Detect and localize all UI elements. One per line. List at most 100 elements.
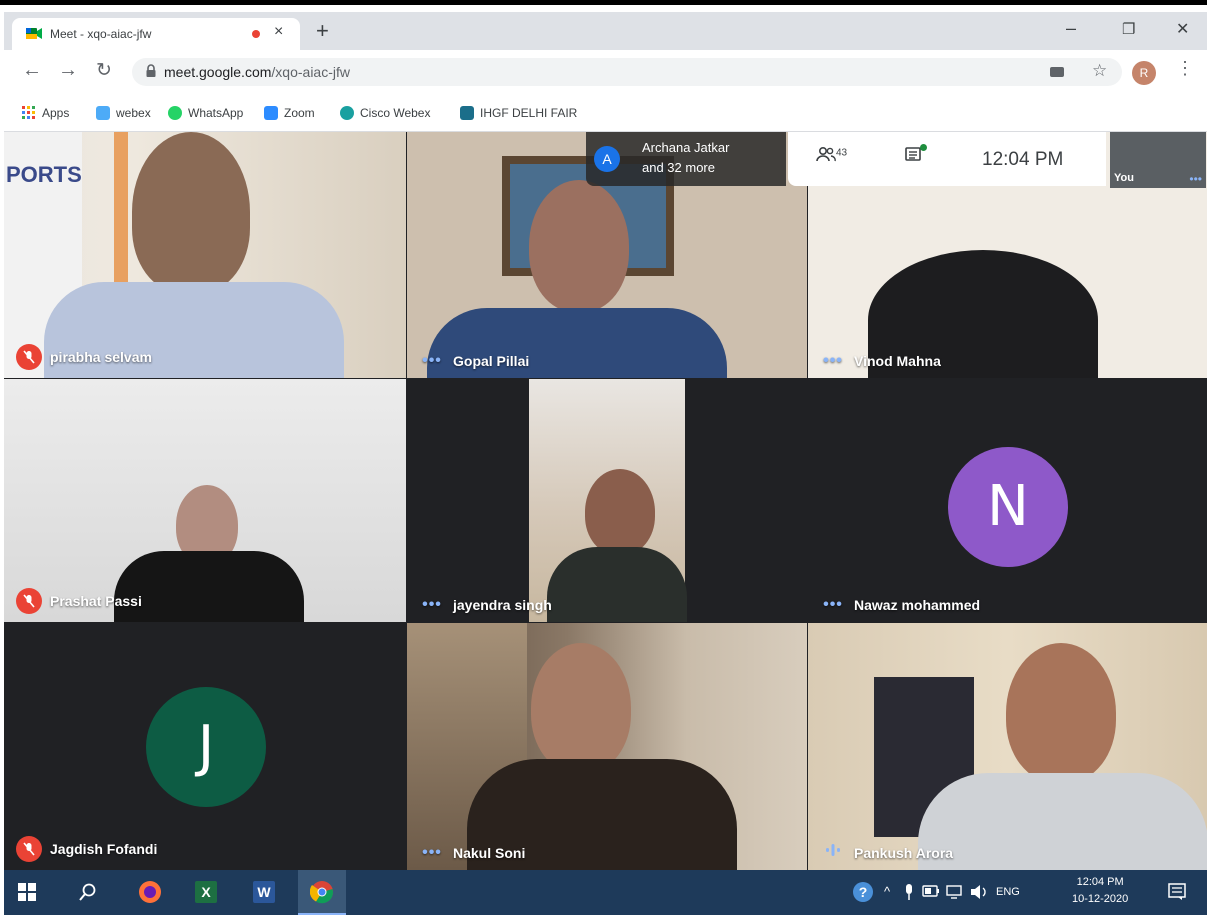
participant-name: Jagdish Fofandi [50,841,158,857]
wall-sign-text: PORTS [6,162,82,187]
profile-avatar[interactable]: R [1132,61,1156,85]
recording-indicator-icon [252,30,260,38]
participant-name-tag: ••• Nakul Soni [419,844,525,862]
word-icon[interactable]: W [252,880,276,904]
close-window-button[interactable]: ✕ [1176,19,1189,39]
participant-name-tag: ••• Vinod Mahna [820,352,941,370]
firefox-icon[interactable] [138,880,162,904]
person-vest [547,547,687,622]
address-toolbar: ← → ↻ meet.google.com/xqo-aiac-jfw ☆ R ⋮ [4,50,1207,94]
mic-off-icon [16,588,42,614]
self-view-tile[interactable]: You ••• [1110,132,1206,188]
participant-name: Prashat Passi [50,593,142,609]
bookmark-label: WhatsApp [188,106,244,120]
taskbar-time: 12:04 PM [1076,876,1124,888]
participant-tile[interactable]: PORTS pirabha selvam [4,132,406,378]
bookmark-cisco-webex[interactable]: Cisco Webex [340,106,430,120]
browser-window: Meet - xqo-aiac-jfw × + – ❐ ✕ ← → ↻ meet… [4,12,1207,915]
person-head [585,469,655,555]
camera-in-use-icon[interactable] [1050,67,1064,77]
flag-decoration [114,132,128,282]
notifications-icon[interactable] [1168,883,1186,901]
chrome-taskbar-button[interactable] [298,870,346,915]
bookmark-star-icon[interactable]: ☆ [1092,61,1107,81]
webex-icon [96,106,110,120]
speaker-icon[interactable] [970,884,988,900]
windows-taskbar: X W ? ^ ENG 12:04 PM 10-12-2020 [4,870,1207,915]
restore-button[interactable]: ❐ [1122,20,1135,38]
more-options-dots-icon[interactable]: ••• [419,596,445,614]
participant-tile[interactable]: J Jagdish Fofandi [4,623,406,870]
participant-tile[interactable]: N ••• Nawaz mohammed [808,379,1207,622]
forward-arrow-icon[interactable]: → [58,59,78,82]
ihgf-icon [460,106,474,120]
more-options-dots-icon[interactable]: ••• [419,844,445,862]
more-options-dots-icon[interactable]: ••• [820,352,846,370]
participant-tile[interactable]: Prashat Passi [4,379,406,622]
minimize-button[interactable]: – [1066,18,1076,39]
language-indicator[interactable]: ENG [996,886,1020,898]
search-icon[interactable] [78,882,98,902]
bookmark-label: Apps [42,106,70,120]
participants-button[interactable]: 43 [816,146,847,167]
tab-title: Meet - xqo-aiac-jfw [50,27,152,41]
participant-name-tag: pirabha selvam [16,344,152,370]
more-options-dots-icon[interactable]: ••• [419,352,445,370]
microphone-icon[interactable] [904,884,914,900]
participant-tile[interactable]: ••• Nakul Soni [407,623,807,870]
menu-kebab-icon[interactable]: ⋮ [1176,58,1194,79]
participant-tile[interactable]: ••• jayendra singh [407,379,807,622]
person-head [529,180,629,312]
participant-name-tag: Prashat Passi [16,588,142,614]
meet-info-bar: 43 12:04 PM [788,132,1106,186]
participant-avatar: N [948,447,1068,567]
zoom-icon [264,106,278,120]
participant-avatar: J [146,687,266,807]
url-text: meet.google.com/xqo-aiac-jfw [164,64,350,80]
bookmark-webex[interactable]: webex [96,106,151,120]
battery-icon[interactable] [922,885,940,897]
bookmark-zoom[interactable]: Zoom [264,106,315,120]
meet-clock: 12:04 PM [982,149,1064,170]
participant-name: pirabha selvam [50,349,152,365]
tray-expand-chevron-icon[interactable]: ^ [884,884,890,899]
bookmark-whatsapp[interactable]: WhatsApp [168,106,243,120]
bookmark-ihgf[interactable]: IHGF DELHI FAIR [460,106,577,120]
windows-start-icon[interactable] [18,883,36,901]
participant-name-tag: ••• jayendra singh [419,596,552,614]
join-notification[interactable]: A Archana Jatkar and 32 more [586,132,786,186]
join-avatar: A [594,146,620,172]
new-tab-button[interactable]: + [316,20,329,42]
chrome-icon [310,881,334,904]
participant-count: 43 [836,147,848,159]
lock-icon [146,64,156,77]
participant-tile[interactable]: Pankush Arora [808,623,1207,870]
participant-name: jayendra singh [453,597,552,613]
excel-icon[interactable]: X [194,880,218,904]
join-notice-line2: and 32 more [642,160,715,175]
network-icon[interactable] [946,884,964,900]
svg-text:X: X [201,884,211,900]
url-domain: meet.google.com [164,64,272,80]
person-head [531,643,631,773]
top-border [0,0,1207,5]
tab-close-icon[interactable]: × [274,23,283,41]
speaking-indicator-icon [820,843,846,862]
url-path: /xqo-aiac-jfw [271,64,350,80]
address-bar[interactable]: meet.google.com/xqo-aiac-jfw ☆ [132,58,1122,86]
bookmark-apps[interactable]: Apps [22,106,69,120]
chat-button[interactable] [904,144,927,169]
more-options-dots-icon[interactable]: ••• [1189,172,1202,186]
more-options-dots-icon[interactable]: ••• [820,596,846,614]
tab-meet[interactable]: Meet - xqo-aiac-jfw × [12,18,300,50]
taskbar-clock[interactable]: 12:04 PM 10-12-2020 [1072,874,1128,908]
help-icon[interactable]: ? [852,881,874,903]
unread-dot [920,144,927,151]
bookmark-label: Cisco Webex [360,106,431,120]
reload-icon[interactable]: ↻ [96,59,112,82]
back-arrow-icon[interactable]: ← [22,59,42,82]
participant-name: Nawaz mohammed [854,597,981,613]
meet-top-overlay: A Archana Jatkar and 32 more 43 12:04 PM… [586,132,1206,190]
participant-name-tag: Jagdish Fofandi [16,836,157,862]
participant-name: Pankush Arora [854,844,954,861]
